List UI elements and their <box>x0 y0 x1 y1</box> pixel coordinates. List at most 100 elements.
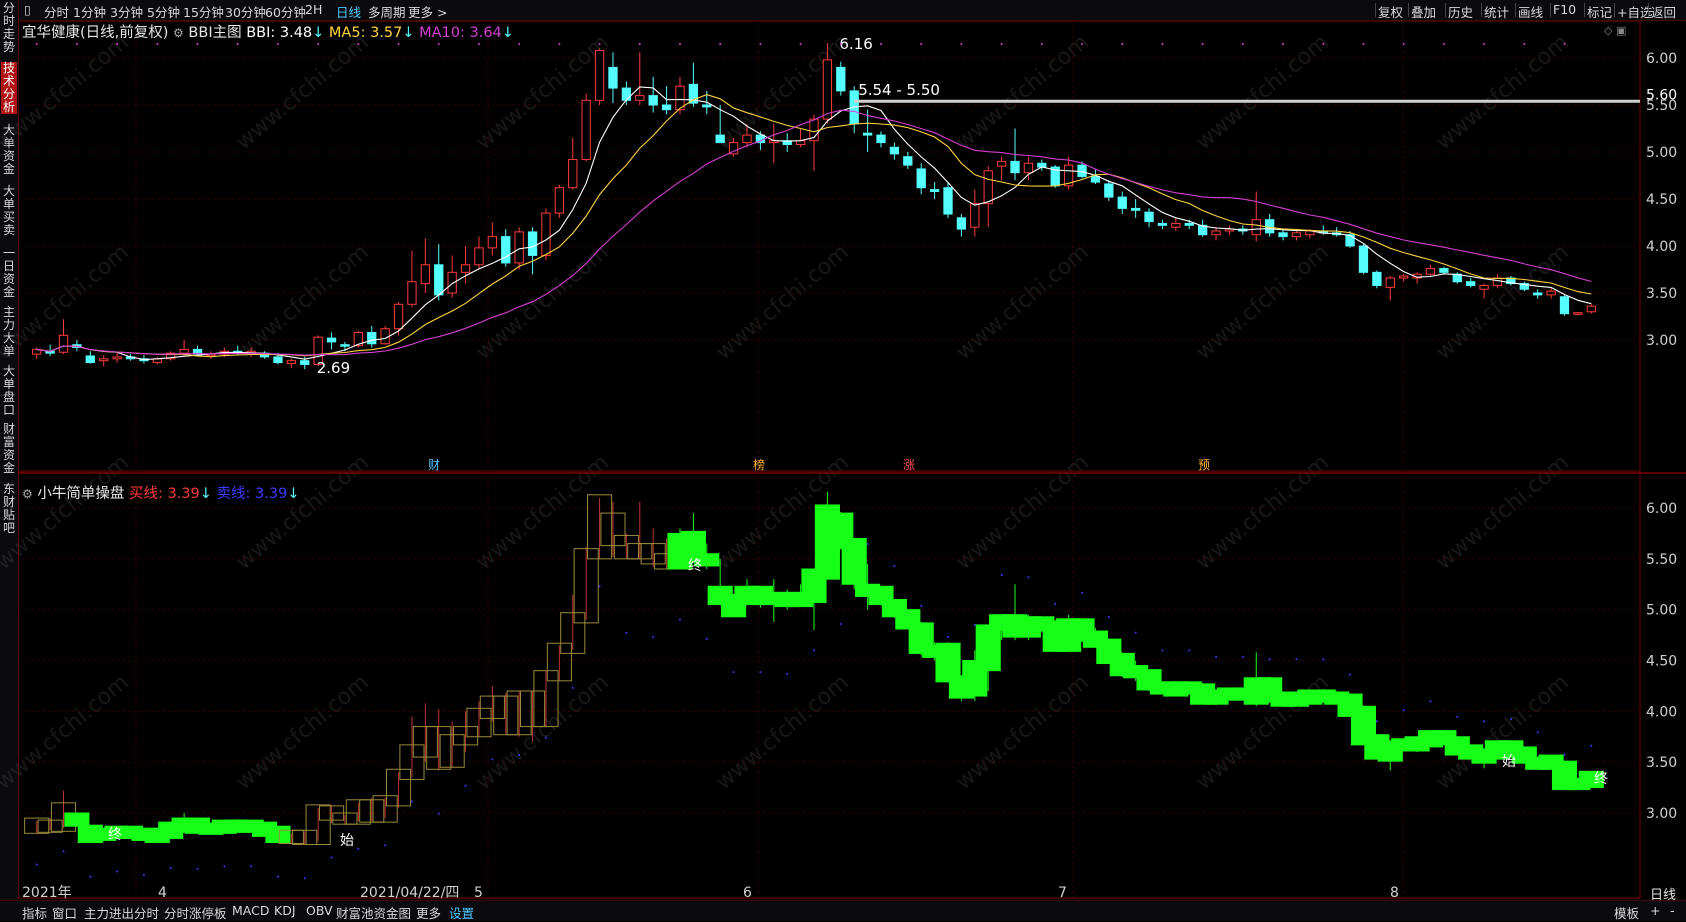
period-tab-6[interactable]: 60分钟 <box>265 2 306 21</box>
toolbar-button-8[interactable]: 返回 <box>1651 2 1676 21</box>
sidebar-item-6[interactable]: 大单盘口 <box>1 365 17 417</box>
candle-body <box>1171 222 1181 228</box>
bottom-tab-9[interactable]: 设置 <box>449 903 474 922</box>
toolbar-button-1[interactable]: 叠加 <box>1411 2 1436 21</box>
period-tab-9[interactable]: 多周期 <box>368 2 406 21</box>
support-dot <box>1536 731 1539 734</box>
candle-body <box>1130 207 1141 211</box>
toolbar-button-5[interactable]: F10 <box>1553 2 1576 17</box>
sidebar-item-5[interactable]: 主力大单 <box>1 306 17 358</box>
sidebar-item-1[interactable]: 技术分析 <box>1 62 17 114</box>
bottom-tab-0[interactable]: 指标 <box>22 903 47 922</box>
signal-dot <box>1161 43 1164 45</box>
bottom-right-1[interactable]: + <box>1650 903 1660 918</box>
candle-body <box>1023 162 1034 174</box>
candle-body <box>286 360 296 364</box>
support-dot <box>866 542 869 545</box>
signal-dot <box>1282 43 1285 45</box>
event-marker[interactable]: 榜 <box>753 457 765 472</box>
candle-body <box>996 160 1007 167</box>
bottom-tab-8[interactable]: 更多 <box>416 903 441 922</box>
signal-dot <box>518 43 521 45</box>
signal-dot <box>196 43 199 45</box>
signal-dot <box>1523 43 1526 45</box>
event-marker[interactable]: 涨 <box>903 457 915 472</box>
support-dot <box>357 847 360 850</box>
support-dot <box>1000 573 1003 576</box>
support-dot <box>732 671 735 674</box>
toolbar-button-3[interactable]: 统计 <box>1484 2 1509 21</box>
candle-body <box>434 264 444 296</box>
period-tab-3[interactable]: 5分钟 <box>147 2 180 21</box>
candle-body <box>1546 290 1556 296</box>
indicator-gear-icon[interactable]: ⚙ <box>173 26 184 40</box>
bottom-tab-6[interactable]: OBV <box>306 903 333 918</box>
period-tab-4[interactable]: 15分钟 <box>183 2 224 21</box>
candle-body <box>956 217 967 230</box>
bottom-tab-2[interactable]: 主力进出分时 <box>84 903 159 922</box>
bottom-tab-5[interactable]: KDJ <box>274 903 296 918</box>
y-tick-label: 6.00 <box>1646 51 1677 67</box>
support-dot <box>116 870 119 873</box>
candle-body <box>594 49 605 101</box>
period-tab-1[interactable]: 1分钟 <box>73 2 106 21</box>
sidebar-item-2[interactable]: 大单资金 <box>1 124 17 176</box>
sidebar-item-4[interactable]: 一日资金 <box>1 247 17 299</box>
indicator-name[interactable]: BBI主图 <box>188 25 241 41</box>
period-tab-7[interactable]: 2H <box>305 2 322 17</box>
signal-dot <box>317 43 320 45</box>
signal-dot <box>35 43 38 45</box>
bottom-tab-4[interactable]: MACD <box>232 903 269 918</box>
period-tab-5[interactable]: 30分钟 <box>225 2 266 21</box>
bottom-right-2[interactable]: - <box>1670 903 1675 918</box>
bottom-tab-1[interactable]: 窗口 <box>52 903 77 922</box>
chart-canvas[interactable]: 6.162.695.54 - 5.50 5.60财榜涨预 终始终始终 6.005.… <box>17 20 1686 902</box>
ma5-down-arrow-icon: ↓ <box>402 25 415 41</box>
period-tab-8[interactable]: 日线 <box>336 2 361 21</box>
period-tab-0[interactable]: 分时 <box>44 2 69 21</box>
bottom-tab-7[interactable]: 财富池资金图 <box>336 903 411 922</box>
layout-icon[interactable]: ▯ <box>24 2 31 17</box>
sub-indicator-name[interactable]: 小牛简单操盘 <box>37 486 124 502</box>
sub-box <box>64 812 90 827</box>
support-dot <box>1268 658 1271 661</box>
signal-dot <box>1563 43 1566 45</box>
candle-body <box>554 187 565 214</box>
signal-dot <box>116 43 119 45</box>
chart-area[interactable]: 6.16 2.69 5.54 - 5.50 5.60 财榜涨预 终始终始终 6.00 5.… <box>17 20 1686 902</box>
sidebar-item-0[interactable]: 分时走势 <box>1 2 17 54</box>
candle-body <box>326 337 337 343</box>
sidebar-item-7[interactable]: 财富资金 <box>1 423 17 475</box>
sub-y-tick-label: 6.00 <box>1646 501 1677 517</box>
signal-dot <box>397 43 400 45</box>
bottom-tab-3[interactable]: 分时涨停板 <box>164 903 227 922</box>
trade-marker: 终 <box>108 827 122 843</box>
signal-dot <box>1121 43 1124 45</box>
support-dot <box>571 686 574 689</box>
period-tab-2[interactable]: 3分钟 <box>110 2 143 21</box>
maximize-icon[interactable]: ▣ <box>1616 24 1626 37</box>
y-tick-label: 3.00 <box>1646 333 1677 349</box>
candle-body <box>702 104 712 108</box>
toolbar-button-4[interactable]: 画线 <box>1518 2 1543 21</box>
candle-body <box>1479 284 1489 290</box>
event-marker[interactable]: 财 <box>428 458 440 472</box>
toolbar-button-2[interactable]: 历史 <box>1448 2 1473 21</box>
candle-body <box>85 355 95 364</box>
bottom-toolbar: 指标 窗口 主力进出分时 分时涨停板 MACD KDJ OBV 财富池资金图 更多 设置 模板 + - <box>0 900 1686 921</box>
event-marker[interactable]: 预 <box>1198 458 1210 472</box>
stock-title[interactable]: 宜华健康(日线,前复权) <box>22 25 168 41</box>
support-dot <box>920 605 923 608</box>
toolbar-button-6[interactable]: 标记 <box>1587 2 1612 21</box>
support-dot <box>1215 656 1218 659</box>
buy-line-value: 买线: 3.39 <box>128 486 200 502</box>
panel-controls[interactable]: ◇ ▣ <box>1604 24 1626 37</box>
period-tab-10[interactable]: 更多 > <box>408 2 447 21</box>
sub-gear-icon[interactable]: ⚙ <box>22 487 33 501</box>
bottom-right-0[interactable]: 模板 <box>1614 903 1639 922</box>
candle-body <box>1492 277 1503 286</box>
sidebar-item-3[interactable]: 大单买卖 <box>1 185 17 237</box>
toolbar-button-0[interactable]: 复权 <box>1378 2 1403 21</box>
sidebar-item-8[interactable]: 东财贴吧 <box>1 483 17 535</box>
support-dot <box>250 865 253 868</box>
